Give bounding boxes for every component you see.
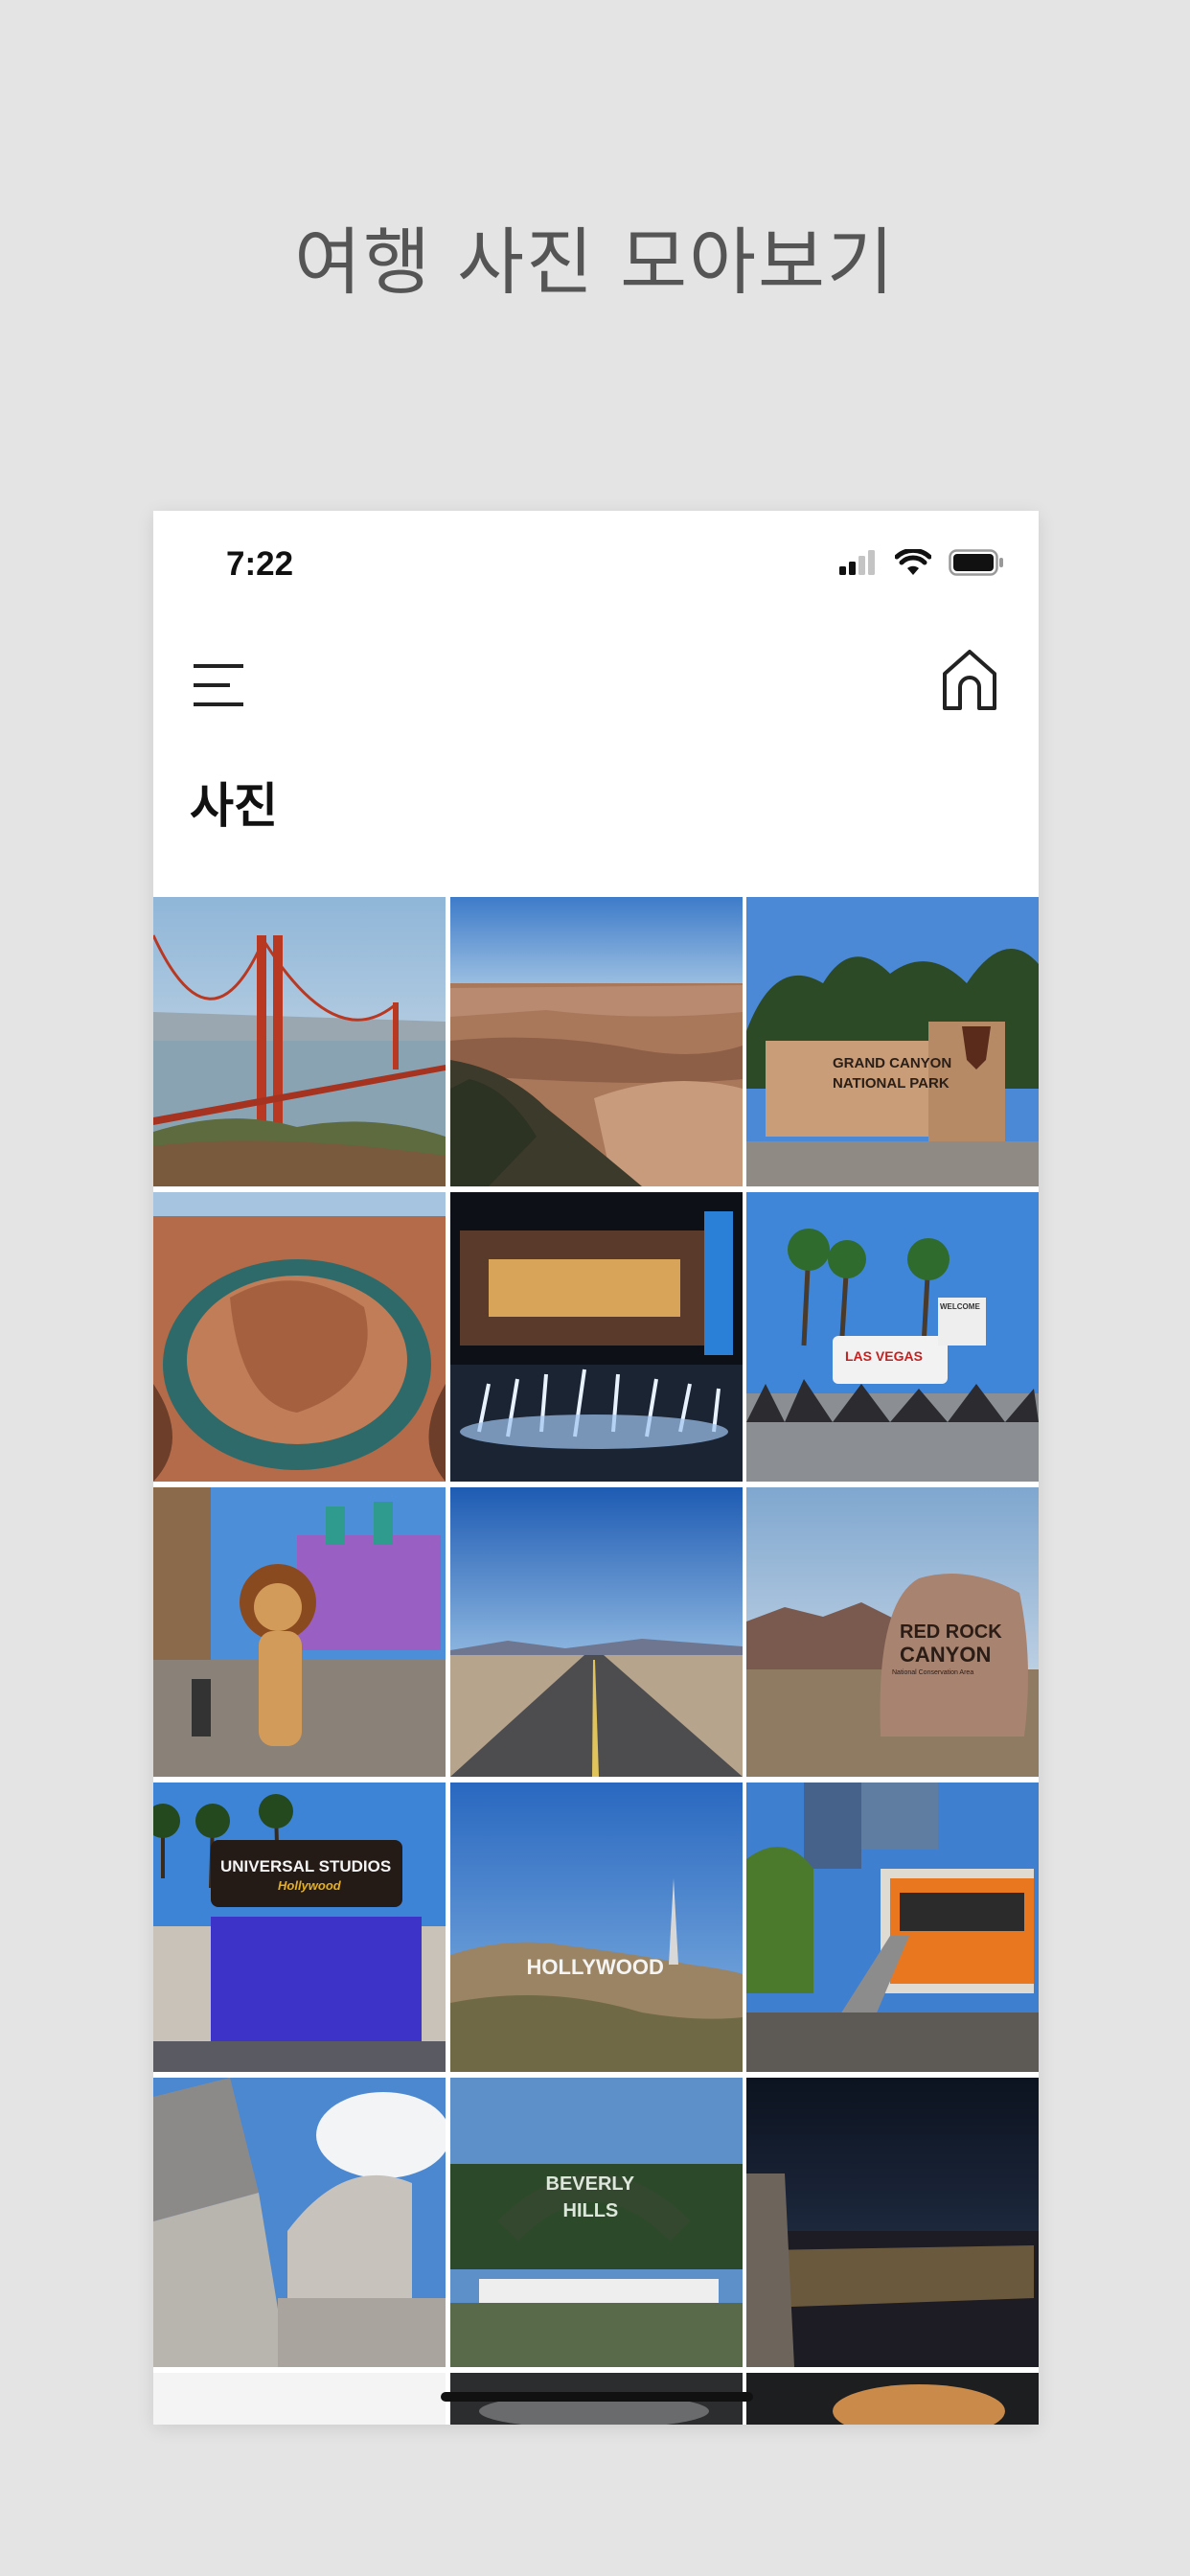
photo-disney-concert-hall[interactable]: [153, 2078, 446, 2367]
photo-red-rock-canyon[interactable]: RED ROCK CANYON National Conservation Ar…: [746, 1487, 1039, 1777]
photo-golden-gate-bridge[interactable]: [153, 897, 446, 1186]
photo-caption-line-1: BEVERLY: [545, 2174, 635, 2195]
photo-grand-canyon[interactable]: [449, 897, 743, 1186]
photo-las-vegas-sign[interactable]: LAS VEGAS WELCOME: [746, 1192, 1039, 1482]
phone-screen: 7:22 사진 GRAND CANYON NATIONAL PARK LAS V…: [153, 511, 1039, 2425]
photo-hollywood-sign[interactable]: HOLLYWOOD: [449, 1782, 743, 2072]
status-time: 7:22: [226, 545, 294, 583]
photo-caption-line-2: Hollywood: [278, 1878, 341, 1893]
home-button[interactable]: [935, 645, 1004, 714]
photo-desert-road[interactable]: [449, 1487, 743, 1777]
photo-partial-photo-1[interactable]: [153, 2373, 446, 2425]
photo-caption-line-1: HOLLYWOOD: [526, 1955, 664, 1979]
promo-title: 여행 사진 모아보기: [294, 219, 896, 305]
photo-la-night-view[interactable]: [746, 2078, 1039, 2367]
photo-angels-flight[interactable]: [746, 1782, 1039, 2072]
status-bar: 7:22: [153, 511, 1039, 616]
photo-partial-photo-3[interactable]: [746, 2373, 1039, 2425]
photo-caption-line-2: HILLS: [562, 2200, 619, 2221]
wifi-icon: [894, 547, 932, 580]
hamburger-menu-icon: [194, 664, 243, 706]
photo-horseshoe-bend[interactable]: [153, 1192, 446, 1482]
photo-grand-canyon-sign[interactable]: GRAND CANYON NATIONAL PARK: [746, 897, 1039, 1186]
page-title: 사진: [190, 778, 278, 834]
home-icon: [943, 650, 996, 710]
photo-grid: GRAND CANYON NATIONAL PARK LAS VEGAS WEL…: [153, 897, 1039, 2425]
menu-button[interactable]: [190, 656, 247, 714]
photo-caption-line-1: RED ROCK: [900, 1622, 1002, 1643]
photo-caption-line-3: National Conservation Area: [892, 1669, 974, 1676]
photo-caption-line-2: NATIONAL PARK: [833, 1075, 950, 1092]
photo-beverly-hills-sign[interactable]: BEVERLY HILLS: [449, 2078, 743, 2367]
photo-caption-line-1: GRAND CANYON: [833, 1055, 952, 1071]
photo-caption-line-2: WELCOME: [940, 1302, 980, 1311]
cellular-signal-icon: [839, 550, 878, 579]
photo-caption-line-2: CANYON: [900, 1643, 992, 1667]
photo-las-vegas-fountain[interactable]: [449, 1192, 743, 1482]
navigation-bar: [153, 635, 1039, 741]
photo-lion-mascot-park[interactable]: [153, 1487, 446, 1777]
battery-icon: [949, 549, 1004, 580]
photo-caption-line-1: LAS VEGAS: [845, 1348, 923, 1364]
home-indicator[interactable]: [441, 2392, 753, 2402]
photo-caption-line-1: UNIVERSAL STUDIOS: [220, 1857, 392, 1875]
status-icons: [839, 547, 1004, 580]
photo-universal-studios[interactable]: UNIVERSAL STUDIOS Hollywood: [153, 1782, 446, 2072]
